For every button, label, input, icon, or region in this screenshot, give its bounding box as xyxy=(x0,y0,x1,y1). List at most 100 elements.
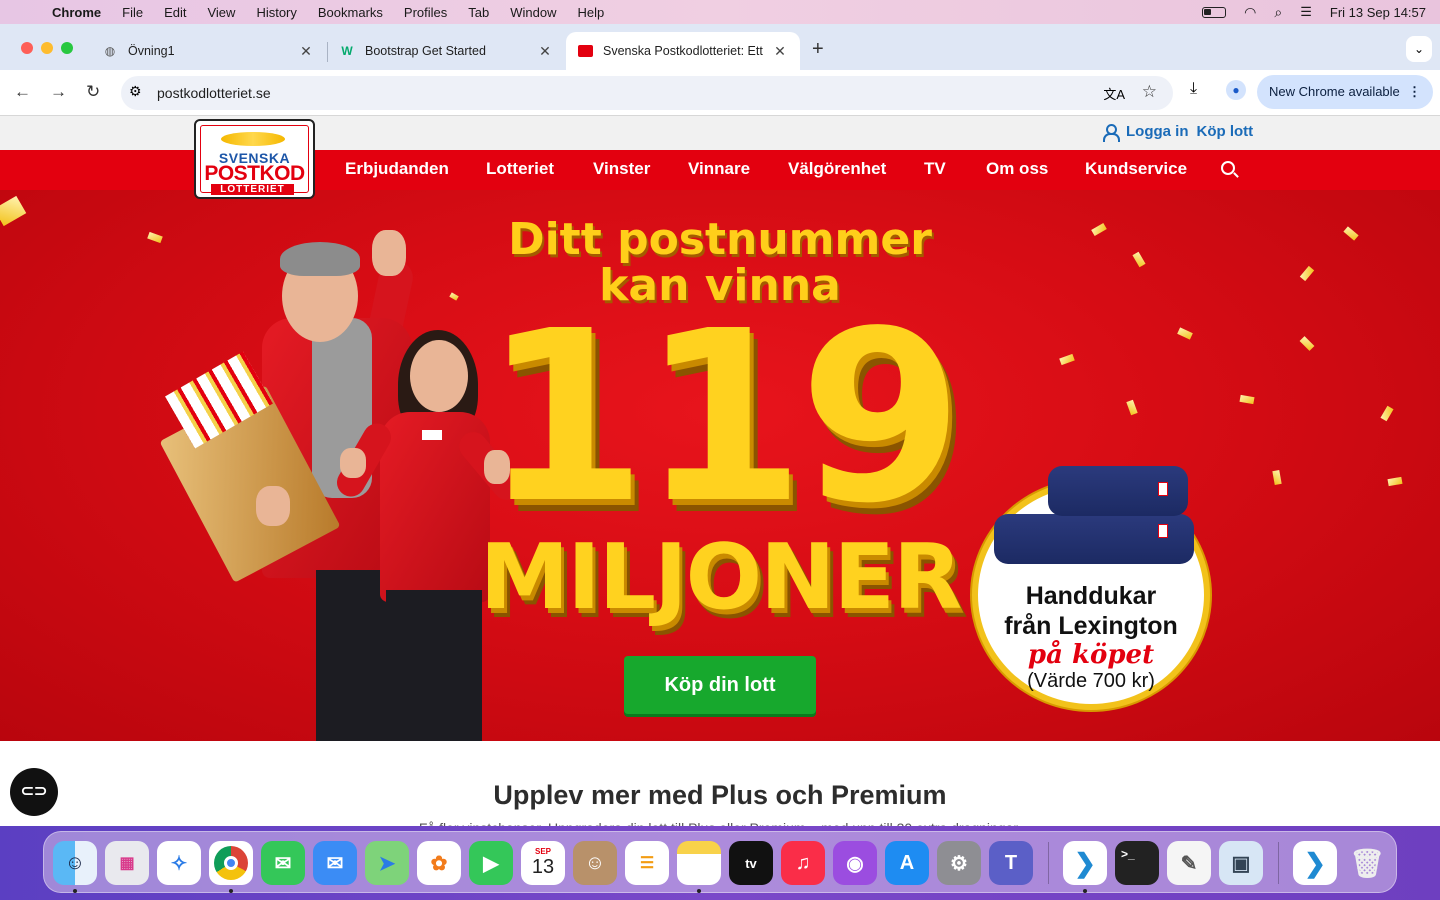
nav-vinnare[interactable]: Vinnare xyxy=(688,159,750,179)
menu-tab[interactable]: Tab xyxy=(468,5,489,20)
new-chrome-available-button[interactable]: New Chrome available ⋮ xyxy=(1257,75,1433,109)
nav-kundservice[interactable]: Kundservice xyxy=(1085,159,1187,179)
tab-bootstrap[interactable]: W Bootstrap Get Started ✕ xyxy=(327,32,565,70)
forward-arrow-icon[interactable]: → xyxy=(50,82,67,102)
close-window-button[interactable] xyxy=(21,42,33,54)
download-icon[interactable]: ⤓ xyxy=(1190,80,1197,98)
buy-ticket-link[interactable]: Köp lott xyxy=(1197,123,1254,140)
badge-line1: Handdukar xyxy=(1025,582,1157,610)
menu-help[interactable]: Help xyxy=(578,5,605,20)
reminders-icon[interactable]: ☰ xyxy=(625,841,669,885)
menu-profiles[interactable]: Profiles xyxy=(404,5,447,20)
back-arrow-icon[interactable]: ← xyxy=(14,82,31,102)
url-text[interactable]: postkodlotteriet.se xyxy=(157,85,271,101)
system-settings-icon[interactable]: ⚙ xyxy=(937,841,981,885)
login-link[interactable]: Logga in xyxy=(1126,123,1189,140)
macos-dock: ☺ ▦ ✧ ✉ ✉ ➤ ✿ ▶ SEP 13 ☺ ☰ tv ♫ ◉ A ⚙ T … xyxy=(43,831,1397,893)
window-controls xyxy=(21,42,73,54)
towel-offer-badge[interactable]: Handdukar från Lexington på köpet (Värde… xyxy=(972,466,1210,710)
tab-strip: ◍ Övning1 ✕ W Bootstrap Get Started ✕ Sv… xyxy=(0,24,1440,70)
chrome-menu-icon[interactable]: ⋮ xyxy=(1408,75,1421,109)
menu-history[interactable]: History xyxy=(256,5,296,20)
hero-banner[interactable]: Ditt postnummer kan vinna 119 MILJONER K… xyxy=(0,190,1440,741)
nav-vinster[interactable]: Vinster xyxy=(593,159,650,179)
tab-search-chevron-icon[interactable]: ⌄ xyxy=(1406,36,1432,62)
textedit-icon[interactable]: ✎ xyxy=(1167,841,1211,885)
spotlight-icon[interactable]: ⌕ xyxy=(1274,4,1282,21)
maps-icon[interactable]: ➤ xyxy=(365,841,409,885)
profile-avatar-icon[interactable]: ● xyxy=(1226,80,1246,100)
gold-ribbon-icon xyxy=(221,132,285,146)
nav-tv[interactable]: TV xyxy=(924,159,946,179)
towel-tag xyxy=(1158,482,1168,496)
contacts-icon[interactable]: ☺ xyxy=(573,841,617,885)
menubar-clock[interactable]: Fri 13 Sep 14:57 xyxy=(1330,5,1426,20)
towel-image xyxy=(1048,466,1188,516)
nav-erbjudanden[interactable]: Erbjudanden xyxy=(345,159,449,179)
reload-icon[interactable]: ↻ xyxy=(86,82,100,102)
translate-icon[interactable]: 文A xyxy=(1103,84,1125,103)
running-indicator xyxy=(1083,889,1087,893)
control-center-icon[interactable]: ☰ xyxy=(1300,4,1312,20)
section-title: Upplev mer med Plus och Premium xyxy=(493,780,947,810)
menu-view[interactable]: View xyxy=(207,5,235,20)
hero-unit: MILJONER xyxy=(479,525,963,630)
macos-menubar: Chrome File Edit View History Bookmarks … xyxy=(0,0,1440,24)
nav-lotteriet[interactable]: Lotteriet xyxy=(486,159,554,179)
music-icon[interactable]: ♫ xyxy=(781,841,825,885)
mail-icon[interactable]: ✉ xyxy=(313,841,357,885)
terminal-icon[interactable]: >_ xyxy=(1115,841,1159,885)
nav-om-oss[interactable]: Om oss xyxy=(986,159,1048,179)
towel-tag xyxy=(1158,524,1168,538)
teams-icon[interactable]: T xyxy=(989,841,1033,885)
webpage: Logga in Köp lott SVENSKA POSTKOD LOTTER… xyxy=(0,116,1440,826)
close-tab-icon[interactable]: ✕ xyxy=(298,43,314,60)
account-links: Logga in Köp lott xyxy=(1102,123,1254,142)
preview-icon[interactable]: ▣ xyxy=(1219,841,1263,885)
safari-icon[interactable]: ✧ xyxy=(157,841,201,885)
menu-edit[interactable]: Edit xyxy=(164,5,186,20)
calendar-month: SEP xyxy=(534,847,551,856)
messages-icon[interactable]: ✉ xyxy=(261,841,305,885)
close-tab-icon[interactable]: ✕ xyxy=(537,43,553,60)
buy-ticket-button[interactable]: Köp din lott xyxy=(624,656,816,714)
menu-file[interactable]: File xyxy=(122,5,143,20)
apple-tv-icon[interactable]: tv xyxy=(729,841,773,885)
menu-window[interactable]: Window xyxy=(510,5,556,20)
new-tab-button[interactable]: + xyxy=(812,38,824,61)
chat-bubble-button[interactable]: ⊂⊃ xyxy=(10,768,58,816)
facetime-icon[interactable]: ▶ xyxy=(469,841,513,885)
tab-postkodlotteriet[interactable]: Svenska Postkodlotteriet: Ett ✕ xyxy=(566,32,800,70)
app-store-icon[interactable]: A xyxy=(885,841,929,885)
tab-title: Bootstrap Get Started xyxy=(365,44,486,58)
menu-app-name[interactable]: Chrome xyxy=(52,5,101,20)
vscode-icon[interactable]: ❯ xyxy=(1063,841,1107,885)
hero-headline-1: Ditt postnummer xyxy=(508,214,932,265)
tab-ovning1[interactable]: ◍ Övning1 ✕ xyxy=(90,32,326,70)
site-logo[interactable]: SVENSKA POSTKOD LOTTERIET xyxy=(194,119,315,199)
search-icon[interactable] xyxy=(1221,161,1235,175)
chrome-icon[interactable] xyxy=(209,841,253,885)
tab-title: Svenska Postkodlotteriet: Ett xyxy=(603,44,763,58)
logo-line3: LOTTERIET xyxy=(211,184,294,195)
vscode-download-icon[interactable]: ❯ xyxy=(1293,841,1337,885)
photos-icon[interactable]: ✿ xyxy=(417,841,461,885)
running-indicator xyxy=(229,889,233,893)
notes-icon[interactable] xyxy=(677,841,721,885)
calendar-icon[interactable]: SEP 13 xyxy=(521,841,565,885)
trash-icon[interactable]: 🗑 xyxy=(1345,841,1389,885)
menu-bookmarks[interactable]: Bookmarks xyxy=(318,5,383,20)
podcasts-icon[interactable]: ◉ xyxy=(833,841,877,885)
launchpad-icon[interactable]: ▦ xyxy=(105,841,149,885)
address-bar[interactable]: ⚙ postkodlotteriet.se 文A ☆ xyxy=(121,76,1173,110)
minimize-window-button[interactable] xyxy=(41,42,53,54)
maximize-window-button[interactable] xyxy=(61,42,73,54)
battery-icon[interactable] xyxy=(1202,6,1227,18)
site-settings-icon[interactable]: ⚙ xyxy=(129,83,142,100)
bookmark-star-icon[interactable]: ☆ xyxy=(1142,82,1157,102)
close-tab-icon[interactable]: ✕ xyxy=(772,43,788,60)
finder-icon[interactable]: ☺ xyxy=(53,841,97,885)
new-chrome-label: New Chrome available xyxy=(1269,84,1400,99)
nav-valgorenhet[interactable]: Välgörenhet xyxy=(788,159,886,179)
wifi-icon[interactable]: ◠ xyxy=(1244,4,1256,21)
